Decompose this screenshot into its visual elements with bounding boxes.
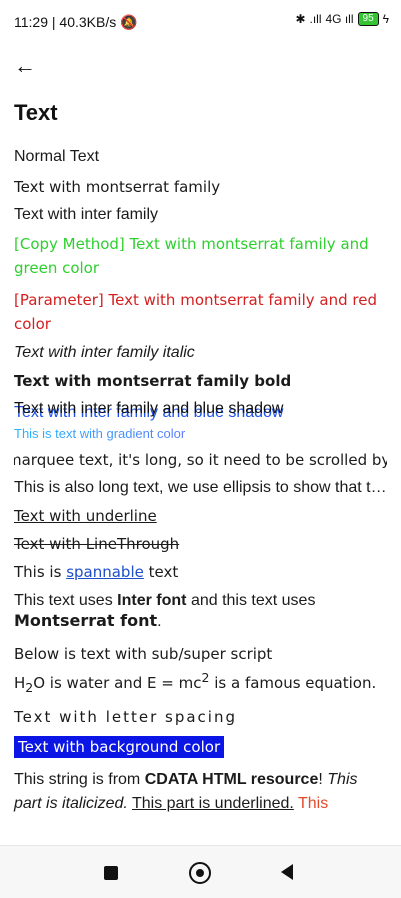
font-mix-text: This text uses Inter font and this text …	[14, 592, 316, 630]
status-icons: ✱ .ıll 4G ıll 95 ϟ	[295, 12, 389, 26]
gradient-text: This is text with gradient color	[14, 426, 387, 441]
bell-off-icon: 🔕	[120, 14, 138, 30]
status-bar: 11:29 | 40.3KB/s 🔕 ✱ .ıll 4G ıll 95 ϟ	[0, 0, 401, 44]
montserrat-font-bold: Montserrat font	[14, 611, 158, 630]
letter-spacing-text: Text with letter spacing	[14, 708, 237, 726]
text-samples-list: Normal Text Text with montserrat family …	[14, 148, 387, 816]
home-dot	[196, 869, 204, 877]
bluetooth-icon: ✱	[295, 12, 306, 26]
page-title: Text	[14, 100, 58, 125]
spannable-text: This is spannable text	[14, 563, 179, 581]
subsup-text: Below is text with sub/super script H2O …	[14, 645, 377, 695]
spannable-link[interactable]: spannable	[66, 563, 144, 581]
signal-icon-2: 4G ıll	[325, 12, 354, 26]
cdata-text: This string is from CDATA HTML resource!…	[14, 771, 358, 812]
arrow-left-icon[interactable]: ←	[14, 52, 42, 80]
background-color-text: Text with background color	[14, 736, 225, 758]
montserrat-text: Text with montserrat family	[14, 178, 221, 196]
navigation-bar	[0, 845, 401, 898]
italic-text: Text with inter family italic	[14, 344, 195, 361]
green-text: [Copy Method] Text with montserrat famil…	[14, 235, 369, 277]
triangle-back-icon[interactable]	[281, 864, 293, 880]
inter-text: Text with inter family	[14, 206, 159, 223]
square-icon[interactable]	[104, 866, 118, 880]
background-text-wrapper: Text with background color	[14, 736, 387, 758]
marquee-text[interactable]: marquee text, it's long, so it need to b…	[14, 451, 387, 469]
battery-indicator: 95	[357, 12, 379, 26]
inter-font-bold: Inter font	[117, 592, 187, 609]
status-time: 11:29 | 40.3KB/s 🔕	[14, 14, 138, 30]
circle-icon[interactable]	[189, 862, 211, 884]
red-text: [Parameter] Text with montserrat family …	[14, 291, 377, 333]
bolt-icon: ϟ	[382, 12, 389, 26]
underline-text: Text with underline	[14, 507, 157, 525]
bold-text: Text with montserrat family bold	[14, 372, 292, 390]
shadow-text: Text with inter family and blue shadow	[14, 400, 284, 417]
normal-text: Normal Text	[14, 148, 100, 165]
ellipsis-text: This is also long text, we use ellipsis …	[14, 479, 387, 496]
signal-icon-1: .ıll	[309, 12, 322, 26]
linethrough-text: Text with LineThrough	[14, 535, 180, 553]
